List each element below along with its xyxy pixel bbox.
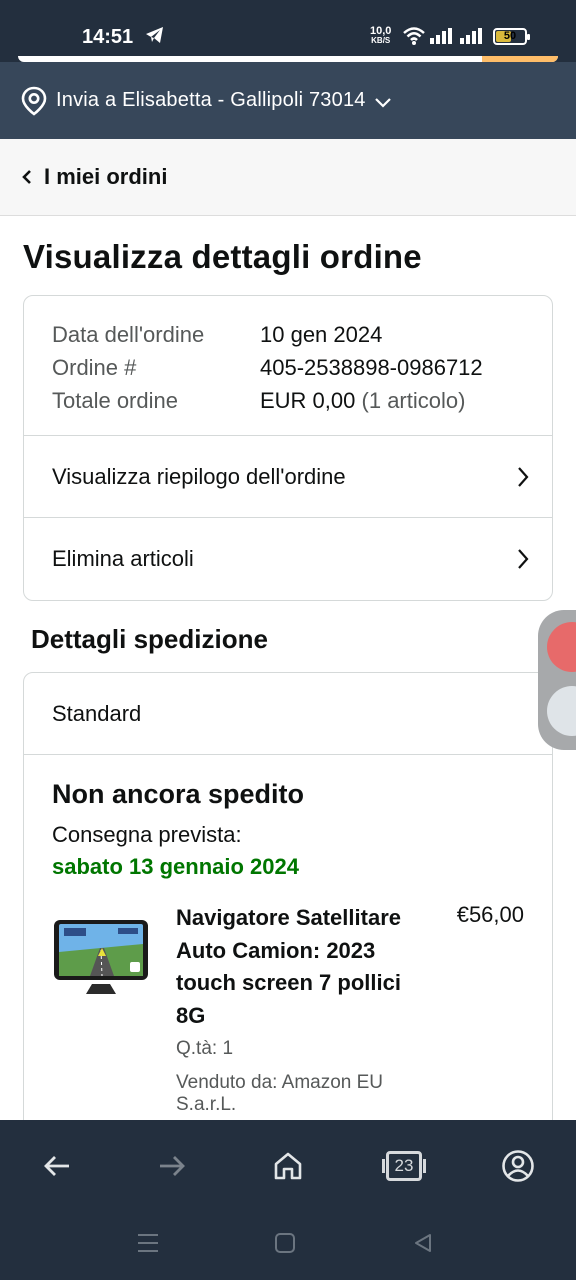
order-date-row: Data dell'ordine 10 gen 2024 — [52, 318, 552, 351]
remove-items-link[interactable]: Elimina articoli — [24, 518, 552, 600]
remove-items-label: Elimina articoli — [52, 546, 194, 571]
eta-date: sabato 13 gennaio 2024 — [52, 854, 299, 879]
product-item[interactable]: Navigatore Satellitare Auto Camion: 2023… — [52, 902, 524, 1116]
order-total-value: EUR 0,00 (1 articolo) — [260, 384, 465, 417]
back-to-orders[interactable]: I miei ordini — [0, 139, 576, 216]
account-button[interactable] — [500, 1148, 536, 1184]
order-total-items: (1 articolo) — [361, 388, 466, 413]
chevron-left-icon — [22, 170, 31, 184]
battery-icon: 50 — [493, 28, 530, 45]
product-price: €56,00 — [456, 902, 524, 927]
product-seller: Venduto da: Amazon EU S.a.r.L. — [176, 1072, 384, 1115]
recents-button[interactable] — [137, 1232, 159, 1259]
shipping-type: Standard — [24, 673, 552, 755]
chevron-down-icon — [374, 97, 391, 108]
wifi-icon — [402, 26, 426, 51]
net-speed: 10,0 KB/S — [370, 26, 391, 46]
battery-percent: 50 — [503, 30, 517, 42]
system-back-button[interactable] — [412, 1232, 434, 1259]
back-button[interactable] — [39, 1148, 75, 1184]
order-number-row: Ordine # 405-2538898-0986712 — [52, 351, 552, 384]
order-number-label: Ordine # — [52, 355, 137, 380]
telegram-icon — [145, 26, 165, 49]
forward-button[interactable] — [154, 1148, 190, 1184]
page-title: Visualizza dettagli ordine — [23, 238, 422, 275]
net-speed-value: 10,0 — [370, 25, 392, 37]
view-order-summary-label: Visualizza riepilogo dell'ordine — [52, 463, 346, 489]
product-name[interactable]: Navigatore Satellitare Auto Camion: 2023… — [176, 902, 416, 1032]
order-date-label: Data dell'ordine — [52, 322, 205, 347]
net-speed-unit: KB/S — [371, 36, 391, 45]
back-label: I miei ordini — [44, 164, 168, 189]
order-total-amount: EUR 0,00 — [260, 388, 356, 413]
deliver-to-bar[interactable]: Invia a Elisabetta - Gallipoli 73014 — [0, 62, 576, 139]
system-home-button[interactable] — [274, 1232, 296, 1259]
status-bar: 14:51 10,0 KB/S 50 — [0, 0, 576, 62]
signal-icon — [460, 28, 484, 49]
order-total-label: Totale ordine — [52, 388, 178, 413]
chevron-right-icon — [518, 549, 529, 569]
eta-label: Consegna prevista: — [52, 822, 242, 847]
order-total-row: Totale ordine EUR 0,00 (1 articolo) — [52, 384, 552, 417]
side-widget-button[interactable] — [547, 622, 576, 672]
tabs-button[interactable]: 23 — [382, 1151, 426, 1181]
home-icon — [274, 1152, 302, 1180]
product-qty: Q.tà: 1 — [176, 1038, 234, 1059]
view-order-summary-link[interactable]: Visualizza riepilogo dell'ordine — [24, 436, 552, 518]
menu-icon — [138, 1234, 158, 1252]
account-icon — [502, 1150, 534, 1182]
deliver-to-text: Invia a Elisabetta - Gallipoli 73014 — [56, 89, 366, 111]
order-info-card: Data dell'ordine 10 gen 2024 Ordine # 40… — [23, 295, 553, 601]
back-arrow-icon — [44, 1156, 69, 1176]
side-widget-button[interactable] — [547, 686, 576, 736]
order-number-value: 405-2538898-0986712 — [260, 355, 483, 380]
location-pin-icon — [21, 86, 47, 116]
home-button[interactable] — [270, 1148, 306, 1184]
square-icon — [275, 1233, 295, 1253]
order-date-value: 10 gen 2024 — [260, 322, 383, 347]
shipment-status: Non ancora spedito — [52, 779, 305, 809]
order-meta: Data dell'ordine 10 gen 2024 Ordine # 40… — [24, 296, 552, 436]
shipment-body: Non ancora spedito Consegna prevista: sa… — [24, 755, 552, 1116]
browser-bottom-nav: 23 — [0, 1120, 576, 1210]
status-time: 14:51 — [82, 26, 134, 48]
shipping-section-title: Dettagli spedizione — [31, 624, 268, 654]
system-nav-bar — [0, 1210, 576, 1280]
triangle-back-icon — [415, 1234, 431, 1252]
shipment-card: Standard Non ancora spedito Consegna pre… — [23, 672, 553, 1132]
product-image[interactable] — [52, 918, 150, 998]
product-info: Navigatore Satellitare Auto Camion: 2023… — [176, 902, 416, 1116]
chevron-right-icon — [518, 466, 529, 487]
forward-arrow-icon — [160, 1156, 185, 1176]
floating-side-widget[interactable] — [538, 610, 576, 750]
signal-icon — [430, 28, 454, 49]
